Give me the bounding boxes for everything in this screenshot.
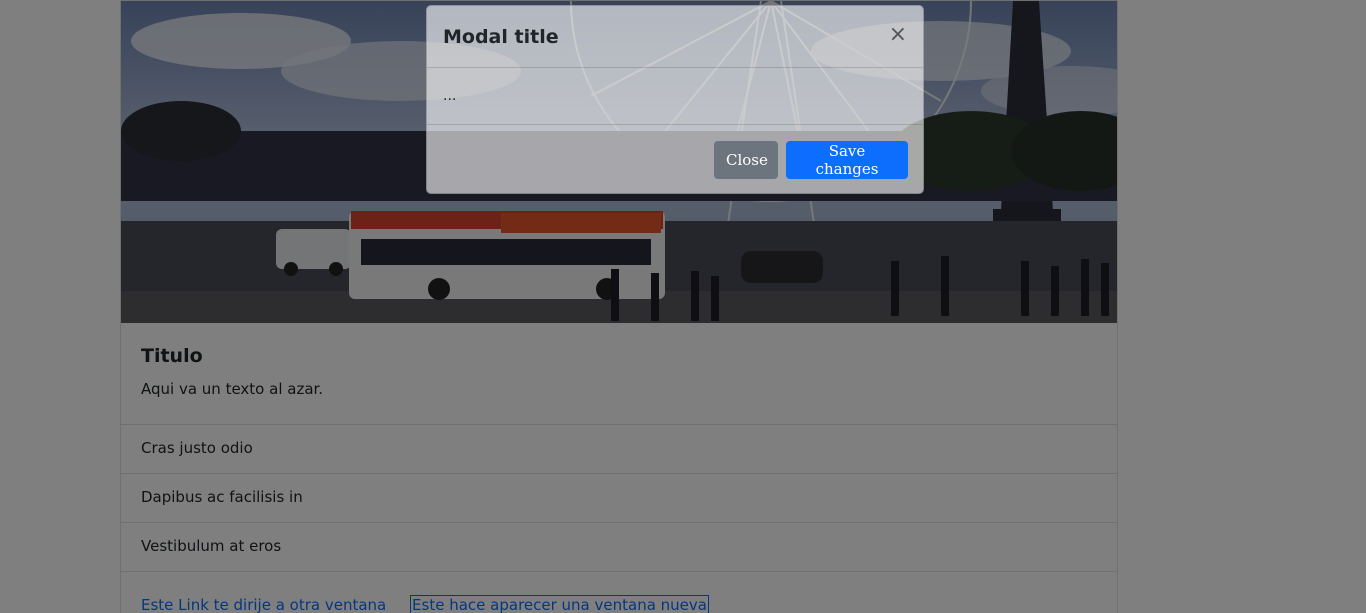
close-button[interactable]: Close — [714, 141, 778, 179]
modal-dialog: Modal title × ... Close Save changes — [426, 5, 924, 194]
close-icon[interactable]: × — [889, 24, 907, 67]
modal-title: Modal title — [443, 26, 559, 48]
modal-header: Modal title × — [427, 6, 923, 68]
modal-footer: Close Save changes — [427, 125, 923, 179]
save-changes-button[interactable]: Save changes — [786, 141, 908, 179]
page: Titulo Aqui va un texto al azar. Cras ju… — [0, 0, 1366, 613]
modal-body: ... — [427, 68, 923, 125]
